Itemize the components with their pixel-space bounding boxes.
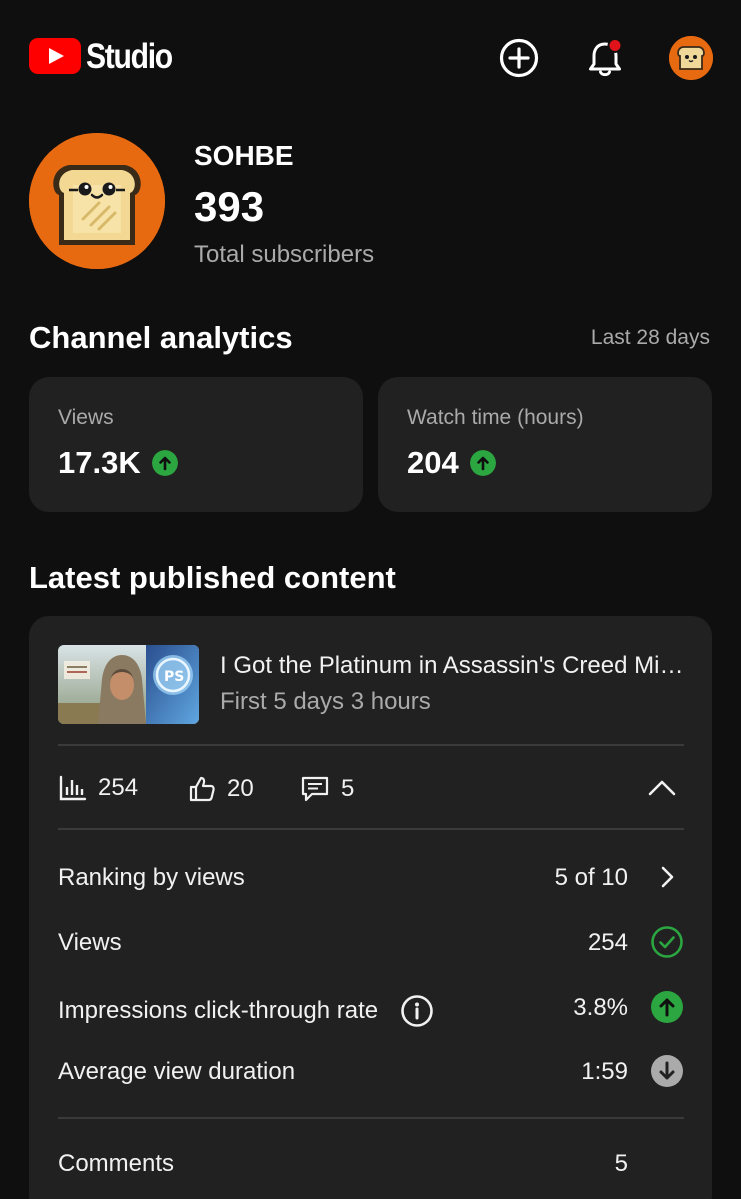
views-stat: 254 xyxy=(58,774,138,802)
metric-value-row: 17.3K xyxy=(58,445,178,481)
info-icon[interactable] xyxy=(400,994,434,1028)
comments-count: 5 xyxy=(341,775,355,802)
row-label: Average view duration xyxy=(58,1058,296,1085)
likes-count: 20 xyxy=(227,775,254,802)
arrow-up-circle-icon xyxy=(469,450,496,476)
toast-avatar-icon xyxy=(669,36,713,80)
row-value: 1:59 xyxy=(581,1058,628,1085)
ctr-row: Impressions click-through rate 3.8% xyxy=(58,988,684,1028)
divider xyxy=(58,1117,684,1119)
studio-dashboard: Studio SOHBE 393 Total subscribers Chann… xyxy=(0,0,741,1199)
metric-card-watch-time[interactable]: Watch time (hours) 204 xyxy=(378,377,712,512)
metric-value-row: 204 xyxy=(407,445,496,481)
ranking-row[interactable]: Ranking by views 5 of 10 xyxy=(58,858,684,898)
video-thumbnail-image: PS xyxy=(58,645,199,724)
toast-avatar-icon xyxy=(29,133,165,269)
row-icon-slot xyxy=(650,1054,684,1088)
video-thumbnail[interactable]: PS xyxy=(58,645,199,724)
row-label: Impressions click-through rate xyxy=(58,997,379,1024)
row-value: 254 xyxy=(587,929,628,956)
metric-value: 17.3K xyxy=(58,445,141,480)
check-circle-icon xyxy=(651,926,683,958)
chevron-right-icon xyxy=(661,866,674,888)
row-icon-slot xyxy=(650,990,684,1024)
avg-duration-row: Average view duration 1:59 xyxy=(58,1052,684,1092)
row-value: 5 of 10 xyxy=(554,864,628,891)
metric-value: 204 xyxy=(407,445,459,480)
create-button[interactable] xyxy=(497,36,541,80)
arrow-up-circle-icon xyxy=(151,450,178,476)
likes-stat: 20 xyxy=(187,774,254,804)
subscriber-label: Total subscribers xyxy=(194,241,375,268)
studio-logo[interactable]: Studio xyxy=(29,38,186,74)
row-label-group: Impressions click-through rate xyxy=(58,994,434,1028)
top-app-bar: Studio xyxy=(0,0,741,118)
metric-label: Views xyxy=(58,406,114,429)
date-range[interactable]: Last 28 days xyxy=(591,326,710,350)
svg-text:PS: PS xyxy=(164,669,184,685)
views-row: Views 254 xyxy=(58,923,684,963)
analytics-title: Channel analytics xyxy=(29,320,293,355)
youtube-play-icon xyxy=(29,38,81,74)
comment-icon xyxy=(301,776,329,802)
row-label: Ranking by views xyxy=(58,864,245,891)
row-value: 3.8% xyxy=(573,994,628,1021)
chevron-up-icon[interactable] xyxy=(647,776,677,800)
metric-card-views[interactable]: Views 17.3K xyxy=(29,377,363,512)
account-avatar[interactable] xyxy=(669,36,713,80)
divider xyxy=(58,828,684,830)
channel-avatar[interactable] xyxy=(29,133,165,269)
row-icon-slot xyxy=(650,925,684,959)
row-icon-slot xyxy=(650,860,684,894)
video-timeframe: First 5 days 3 hours xyxy=(220,688,431,715)
bell-icon xyxy=(589,38,623,77)
notifications-button[interactable] xyxy=(583,36,627,80)
arrow-up-circle-icon xyxy=(651,991,683,1023)
video-title[interactable]: I Got the Platinum in Assassin's Creed M… xyxy=(220,652,690,680)
latest-content-title: Latest published content xyxy=(29,560,396,595)
metric-label: Watch time (hours) xyxy=(407,406,584,429)
divider xyxy=(58,744,684,746)
row-label: Views xyxy=(58,929,122,956)
thumbs-up-icon xyxy=(189,776,215,802)
row-label: Comments xyxy=(58,1150,175,1177)
row-value: 5 xyxy=(614,1150,628,1177)
logo-text: Studio xyxy=(86,36,173,76)
arrow-down-circle-icon xyxy=(651,1055,683,1087)
comments-row: Comments 5 xyxy=(58,1144,684,1184)
bar-chart-icon xyxy=(59,775,87,801)
subscriber-count: 393 xyxy=(194,183,265,230)
views-count: 254 xyxy=(98,774,139,801)
add-circle-icon xyxy=(499,38,539,78)
latest-content-card: PS I Got the Platinum in Assassin's Cree… xyxy=(29,616,712,1199)
channel-name: SOHBE xyxy=(194,140,294,171)
comments-stat: 5 xyxy=(299,774,354,804)
